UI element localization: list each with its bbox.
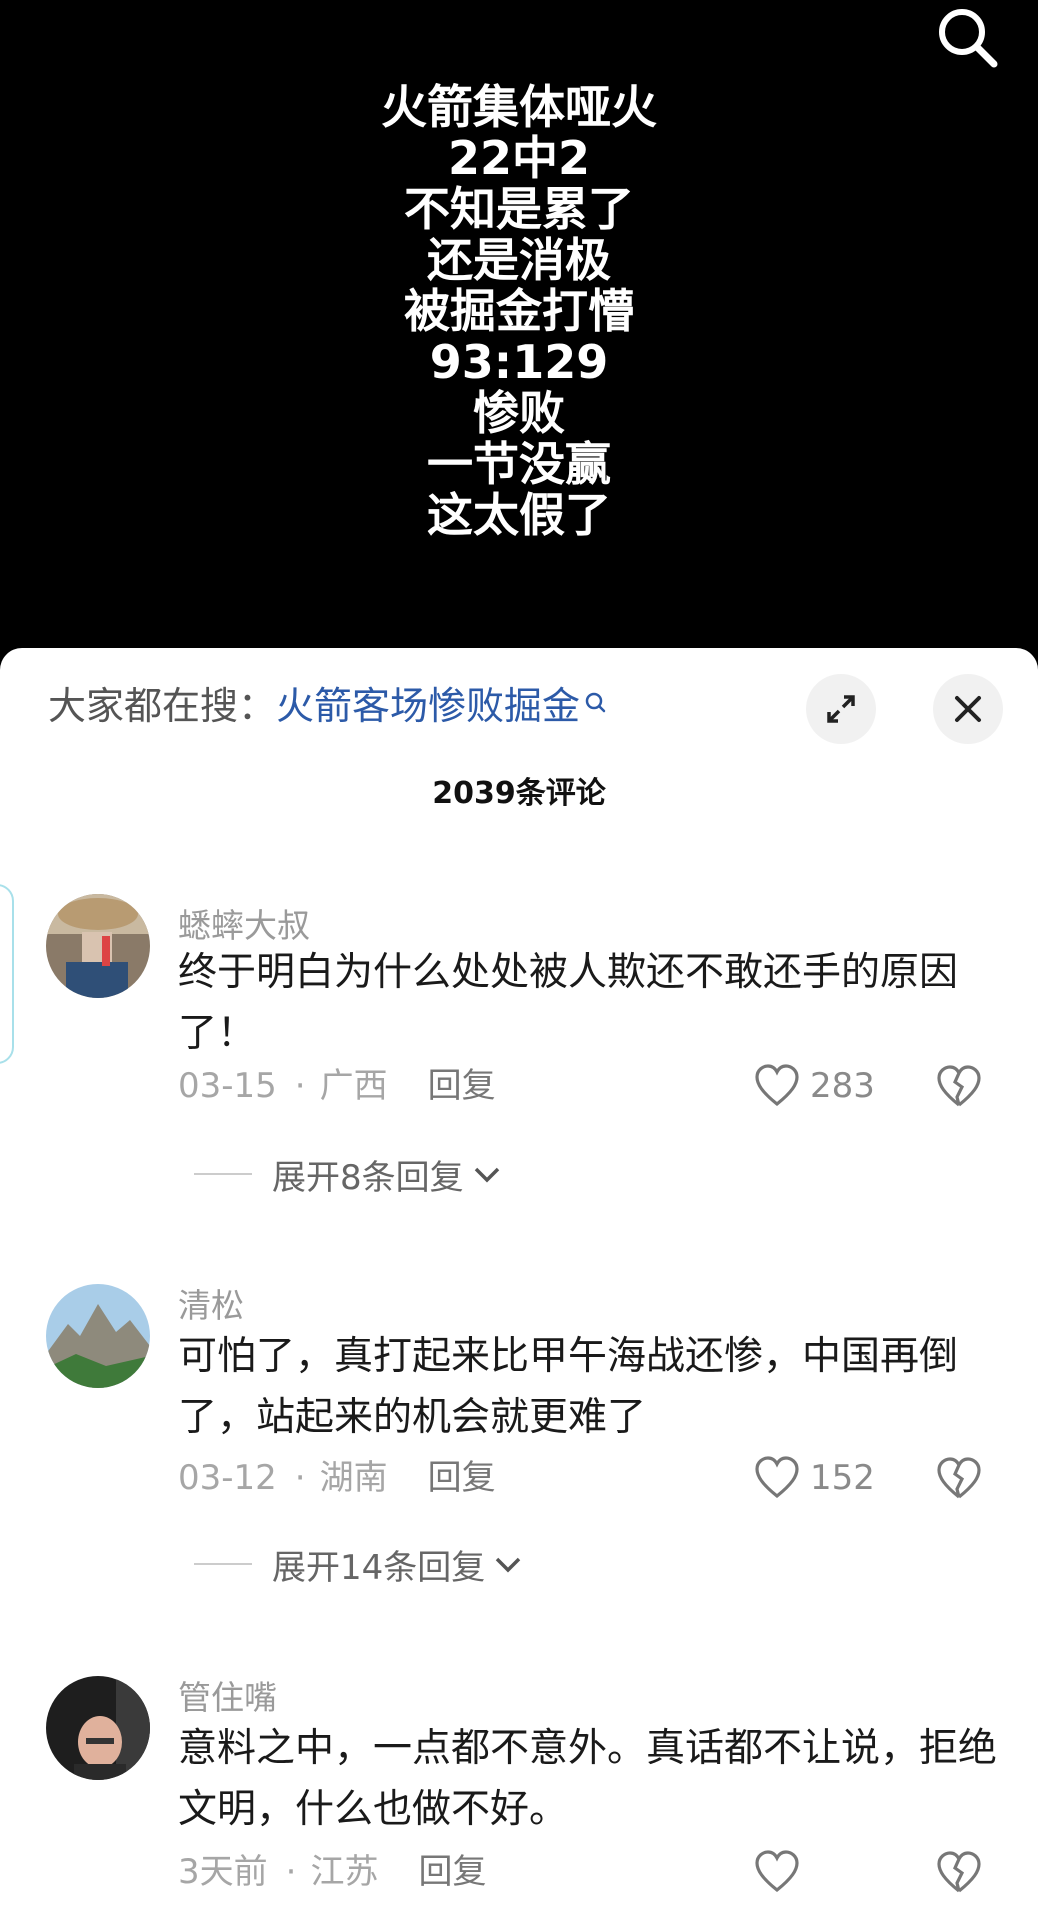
comment-date: 3天前 (178, 1852, 268, 1892)
caption-line: 22中2 (447, 131, 591, 185)
comment-text: 终于明白为什么处处被人欺还不敢还手的原因了！ (178, 950, 959, 1056)
caption-line: 被掘金打懵 (404, 284, 634, 338)
caption-line: 不知是累了 (404, 182, 634, 236)
comment-meta: 03-12 · 湖南 回复 (178, 1456, 496, 1500)
username[interactable]: 清松 (178, 1286, 244, 1326)
search-icon (939, 9, 998, 68)
comment-text: 意料之中，一点都不意外。真话都不让说，拒绝文明，什么也做不好。 (178, 1726, 998, 1832)
dislike-button[interactable] (936, 1456, 982, 1502)
broken-heart-icon (937, 1851, 981, 1893)
expand-replies-button[interactable]: 展开8条回复 (194, 1152, 502, 1198)
separator-dot: · (294, 1458, 306, 1498)
divider-line (194, 1173, 252, 1175)
expand-replies-label: 展开14条回复 (272, 1547, 486, 1588)
comment-text: 可怕了，真打起来比甲午海战还惨，中国再倒了，站起来的机会就更难了 (178, 1334, 959, 1440)
trending-keyword[interactable]: 火箭客场惨败掘金 (276, 684, 580, 728)
close-icon (955, 696, 981, 722)
caption-line: 火箭集体哑火 (381, 80, 657, 134)
username[interactable]: 蟋蟀大叔 (178, 906, 310, 946)
like-count: 283 (810, 1066, 875, 1106)
avatar[interactable] (46, 1676, 150, 1780)
fullscreen-button[interactable] (806, 674, 876, 744)
broken-heart-icon (937, 1065, 981, 1107)
like-count: 152 (810, 1458, 875, 1498)
caption-line: 惨败 (473, 386, 565, 440)
divider-line (194, 1563, 252, 1565)
caption-line: 93:129 (429, 335, 609, 389)
caption-line: 这太假了 (427, 488, 611, 542)
comment-count: 2039条评论 (432, 776, 606, 811)
avatar[interactable] (46, 1284, 150, 1388)
close-button[interactable] (933, 674, 1003, 744)
comment-location: 江苏 (310, 1852, 379, 1892)
chevron-down-icon (496, 1557, 521, 1573)
caption-line: 还是消极 (427, 233, 611, 287)
expand-replies-label: 展开8条回复 (272, 1157, 464, 1198)
like-button[interactable]: 152 (754, 1453, 875, 1503)
broken-heart-icon (937, 1457, 981, 1499)
comment-date: 03-12 (178, 1458, 277, 1498)
avatar[interactable] (46, 894, 150, 998)
expand-replies-button[interactable]: 展开14条回复 (194, 1542, 523, 1588)
search-button[interactable] (930, 0, 1004, 74)
comment-date: 03-15 (178, 1066, 277, 1106)
trending-prefix: 大家都在搜： (48, 684, 277, 728)
dislike-button[interactable] (936, 1850, 982, 1896)
reply-button[interactable]: 回复 (428, 1458, 496, 1498)
comment-meta: 03-15 · 广西 回复 (178, 1064, 496, 1108)
username[interactable]: 管住嘴 (178, 1678, 277, 1718)
dislike-button[interactable] (936, 1064, 982, 1110)
like-button[interactable]: 283 (754, 1061, 875, 1111)
comment-location: 广西 (319, 1066, 388, 1106)
caption-line: 一节没赢 (427, 437, 611, 491)
video-caption: 火箭集体哑火 22中2 不知是累了 还是消极 被掘金打懵 93:129 惨败 一… (0, 82, 1038, 541)
reply-button[interactable]: 回复 (418, 1852, 486, 1892)
comment-meta: 3天前 · 江苏 回复 (178, 1850, 486, 1894)
heart-icon (755, 1850, 799, 1893)
separator-dot: · (294, 1066, 306, 1106)
expand-icon (827, 695, 855, 723)
separator-dot: · (285, 1852, 297, 1892)
comment-location: 湖南 (319, 1458, 388, 1498)
heart-icon (755, 1064, 799, 1107)
comment-sheet: 大家都在搜：火箭客场惨败掘金 2039条评论 蟋蟀大叔 终于明白为什么处处被人欺… (0, 648, 1038, 1920)
search-icon (584, 682, 608, 730)
chevron-down-icon (474, 1167, 499, 1183)
video-area[interactable]: 火箭集体哑火 22中2 不知是累了 还是消极 被掘金打懵 93:129 惨败 一… (0, 0, 1038, 660)
trending-search[interactable]: 大家都在搜：火箭客场惨败掘金 (48, 682, 608, 730)
reply-button[interactable]: 回复 (428, 1066, 496, 1106)
side-tab[interactable] (0, 884, 14, 1064)
heart-icon (755, 1456, 799, 1499)
like-button[interactable] (754, 1847, 810, 1897)
